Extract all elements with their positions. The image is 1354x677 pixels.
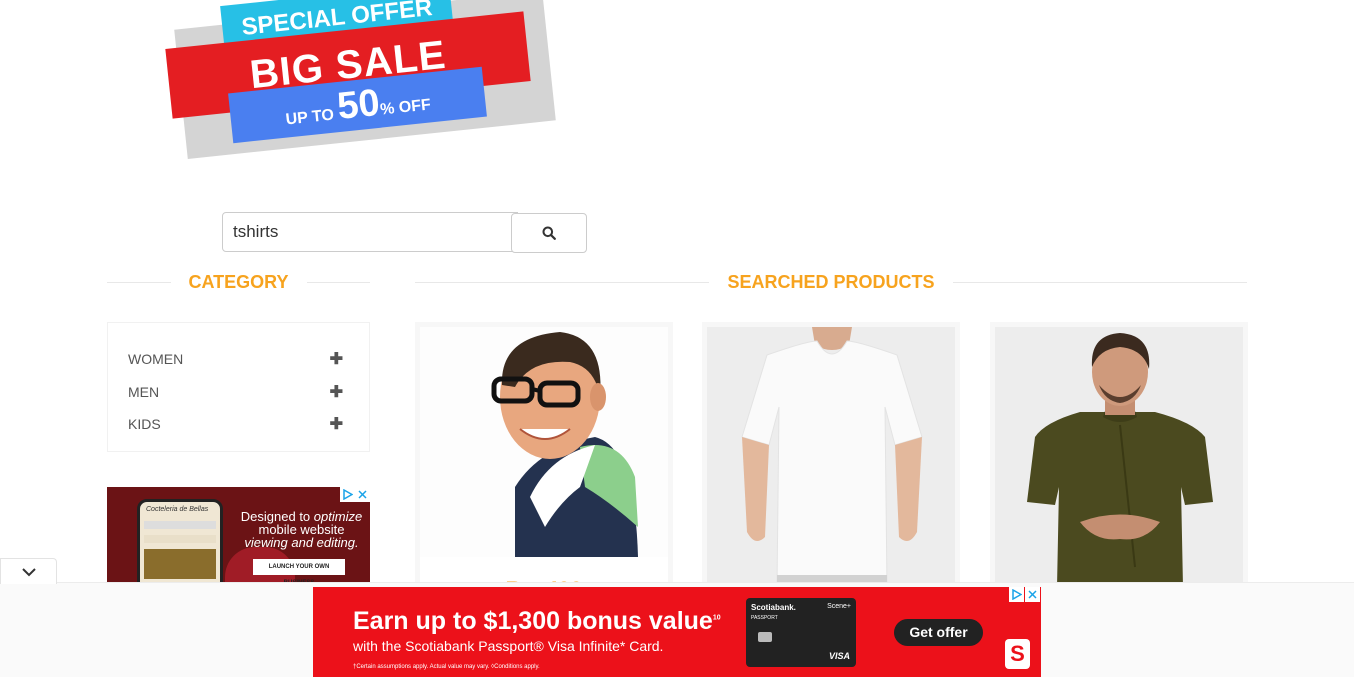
ad-headline-text: Earn up to $1,300 bonus value [353, 607, 713, 635]
search-icon [542, 226, 556, 240]
ad-headline-sup: 10 [712, 614, 721, 622]
get-offer-button[interactable]: Get offer [894, 619, 983, 646]
product-card[interactable] [990, 322, 1248, 592]
divider [107, 281, 171, 283]
chevron-down-icon [21, 567, 36, 576]
category-item-kids[interactable]: KIDS ✚ [108, 408, 369, 441]
product-image[interactable] [707, 327, 955, 587]
sale-banner[interactable]: SPECIAL OFFER BIG SALE UP TO 50% OFF [160, 0, 560, 159]
ad-phone-image: Cocteleria de Bellas [137, 499, 223, 587]
card-scene-label: Scene+ [827, 603, 851, 610]
card-chip-icon [758, 632, 772, 642]
banner-up-to: UP TO [284, 106, 335, 129]
adchoices-icon[interactable] [340, 487, 355, 502]
ad-fineprint: †Certain assumptions apply. Actual value… [353, 664, 540, 670]
banner-off: OFF [398, 96, 432, 117]
credit-card-image: Scotiabank. PASSPORT Scene+ VISA [746, 598, 856, 667]
banner-percent: 50 [335, 81, 382, 128]
card-bank-name: Scotiabank. PASSPORT [751, 603, 796, 621]
search-input[interactable] [222, 212, 518, 252]
ad-phone-field [144, 535, 216, 543]
category-label: MEN [128, 383, 160, 400]
category-title-row: CATEGORY [107, 271, 371, 293]
divider [415, 281, 710, 283]
bottom-banner-ad[interactable]: Earn up to $1,300 bonus value10 with the… [313, 587, 1041, 677]
search-bar [222, 212, 588, 253]
card-visa-label: VISA [828, 651, 850, 661]
plus-icon[interactable]: ✚ [330, 382, 343, 402]
collapse-ad-button[interactable] [0, 558, 57, 584]
ad-subtext: with the Scotiabank Passport® Visa Infin… [353, 638, 664, 654]
ad-text-emph2: viewing and editing. [244, 535, 359, 550]
products-title: SEARCHED PRODUCTS [727, 271, 935, 292]
scotiabank-logo: S [1005, 639, 1030, 669]
category-item-men[interactable]: MEN ✚ [108, 376, 369, 409]
category-item-women[interactable]: WOMEN ✚ [108, 343, 369, 376]
ad-cta-button[interactable]: LAUNCH YOUR OWN BUSINESS [253, 559, 345, 586]
category-label: KIDS [128, 416, 161, 433]
card-sub-label: PASSPORT [751, 615, 778, 621]
product-image[interactable] [420, 327, 668, 557]
plus-icon[interactable]: ✚ [330, 414, 343, 434]
product-card[interactable] [702, 322, 960, 592]
product-image[interactable] [995, 327, 1243, 587]
divider [952, 281, 1247, 283]
sidebar-ad[interactable]: Cocteleria de Bellas Designed to optimiz… [107, 487, 370, 587]
category-label: WOMEN [128, 351, 184, 368]
category-title: CATEGORY [188, 271, 289, 292]
card-bank-label: Scotiabank. [751, 603, 796, 612]
search-button[interactable] [511, 213, 587, 253]
adchoices-icon[interactable] [1009, 587, 1024, 602]
ad-headline: Earn up to $1,300 bonus value10 [353, 607, 721, 636]
products-title-row: SEARCHED PRODUCTS [415, 271, 1247, 293]
page: SPECIAL OFFER BIG SALE UP TO 50% OFF CAT… [0, 0, 1354, 677]
ad-text: Designed to optimize mobile website view… [239, 510, 364, 549]
divider [306, 281, 371, 283]
ad-phone-toolbar [144, 521, 216, 529]
category-list: WOMEN ✚ MEN ✚ KIDS ✚ [107, 322, 370, 452]
ad-close-icon[interactable] [1025, 587, 1040, 602]
ad-phone-title: Cocteleria de Bellas [146, 506, 209, 513]
plus-icon[interactable]: ✚ [330, 349, 343, 369]
ad-phone-photo [144, 549, 216, 579]
ad-close-icon[interactable] [355, 487, 370, 502]
banner-percent-sign: % [379, 100, 396, 119]
product-card[interactable]: Rs. 499 [415, 322, 673, 592]
